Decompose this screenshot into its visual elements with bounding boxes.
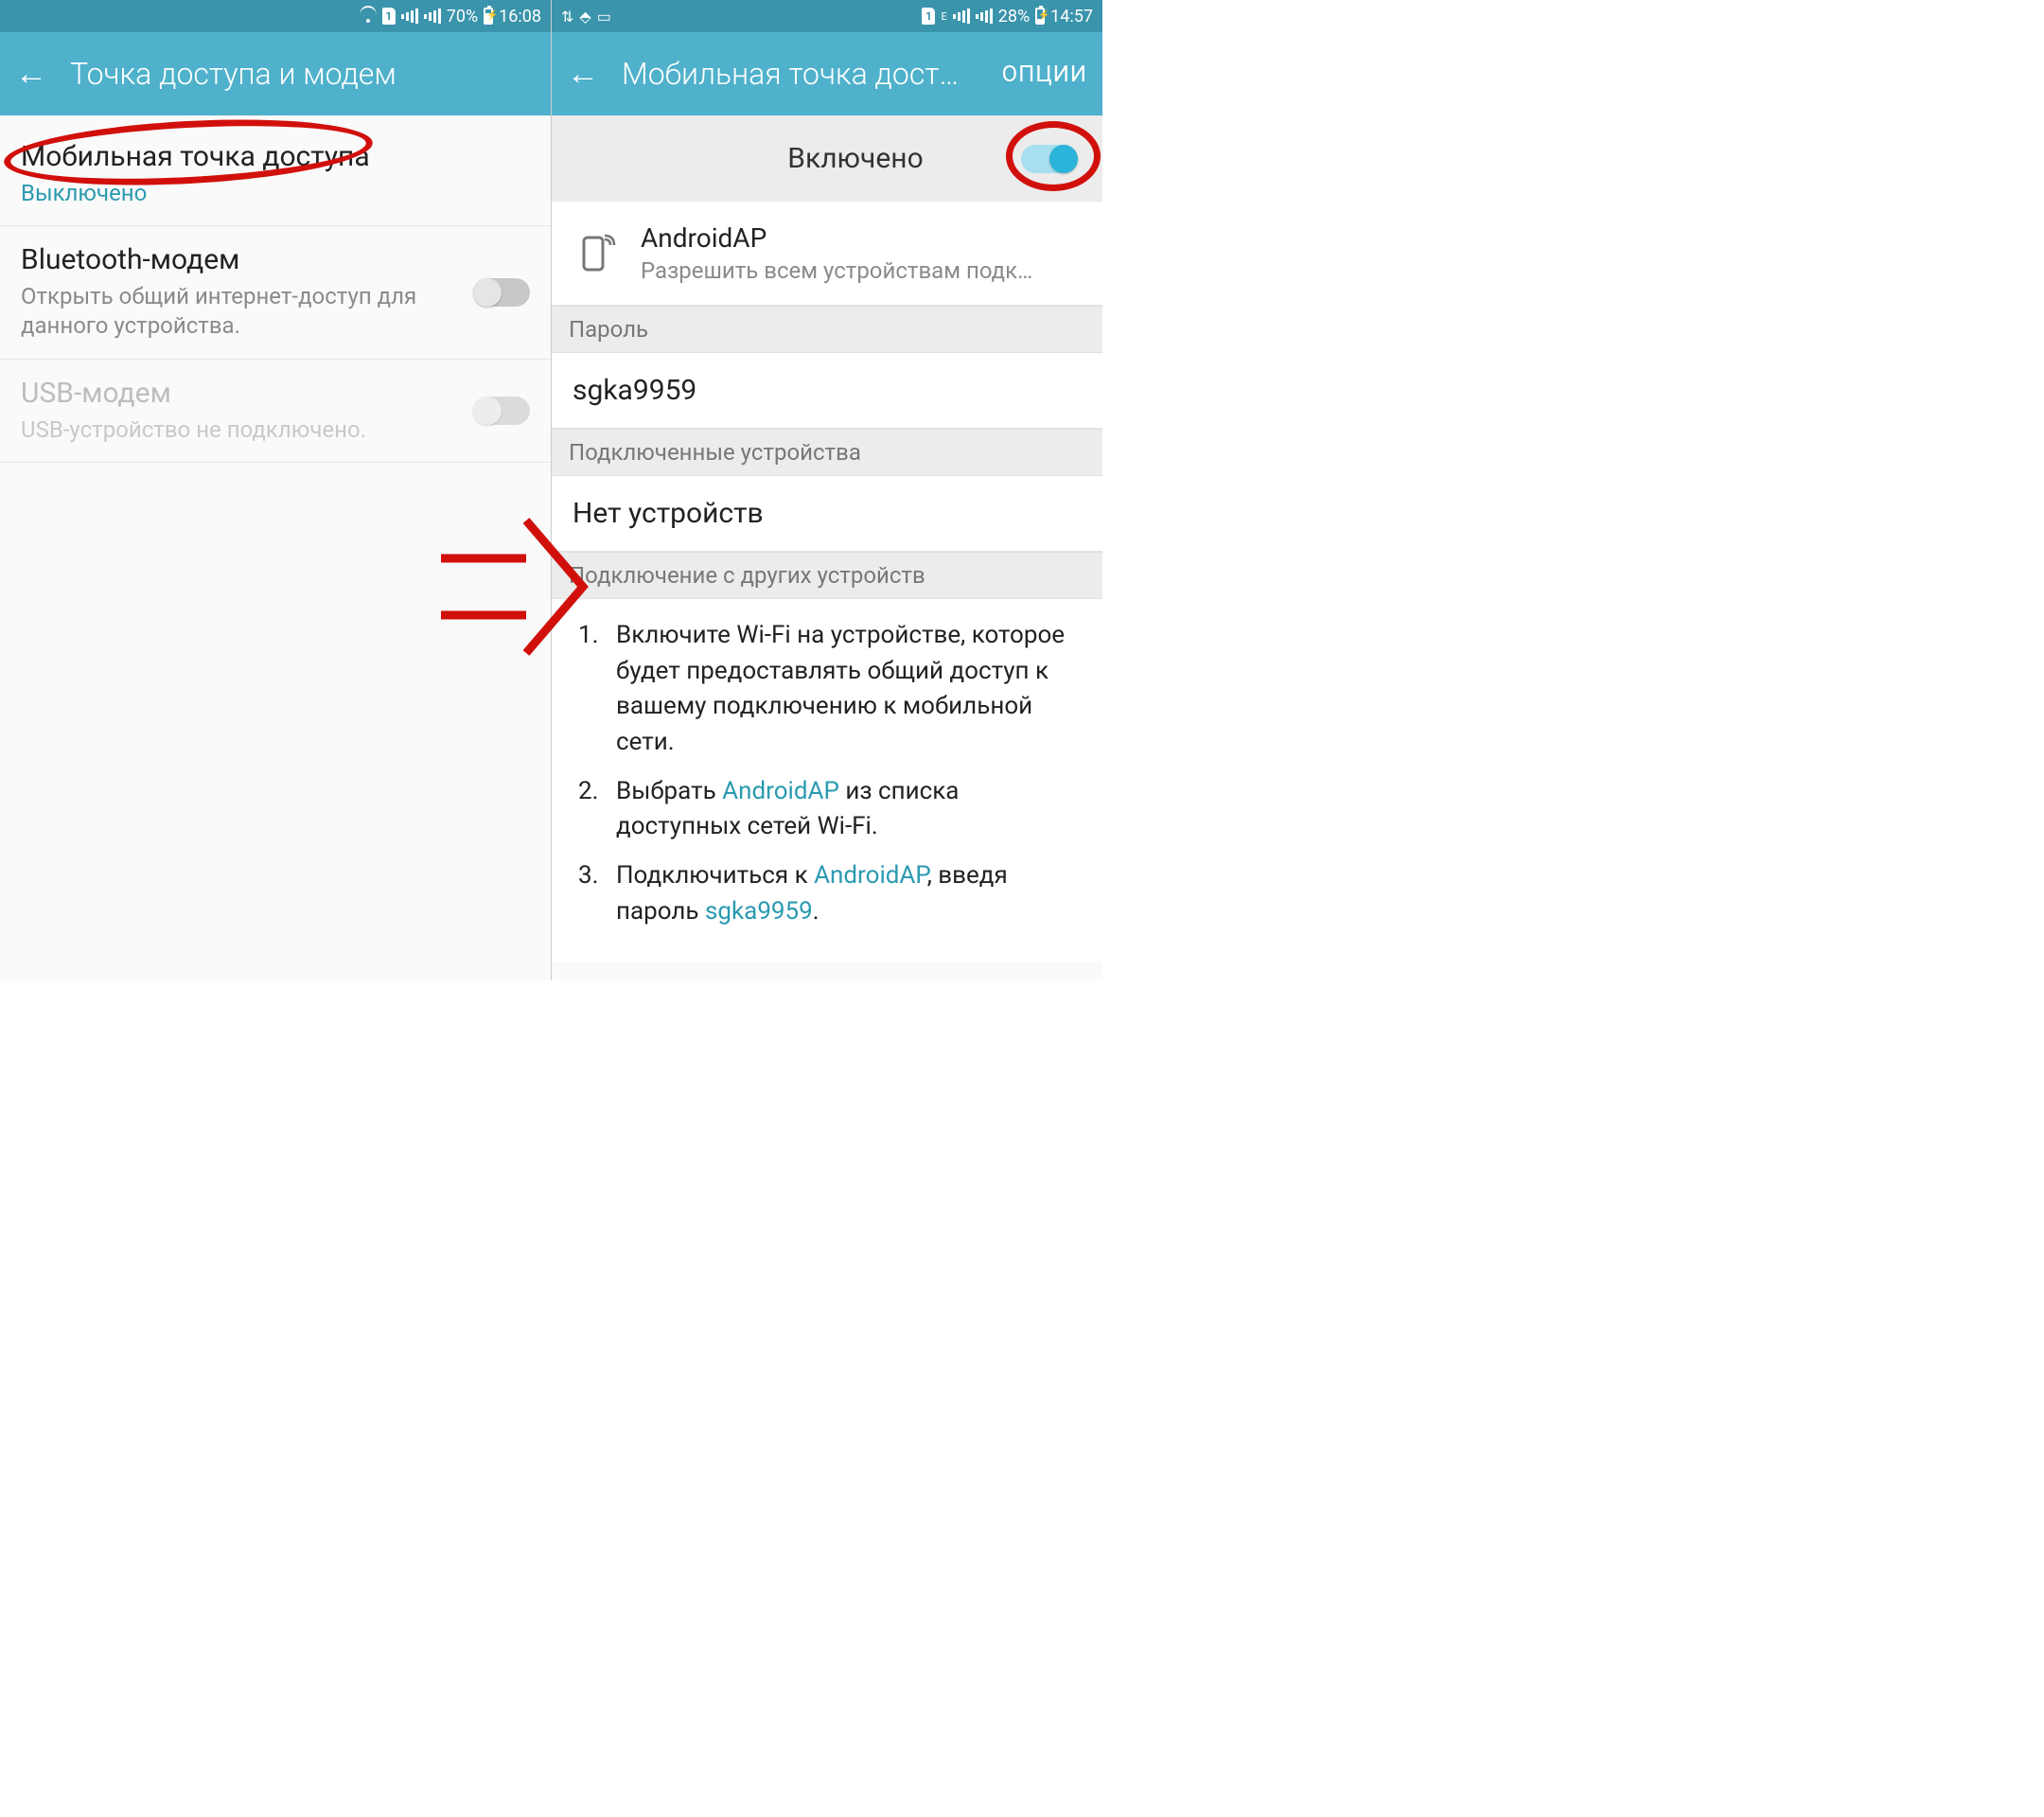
usb-toggle xyxy=(473,397,530,425)
usb-row: USB-модем USB-устройство не подключено. xyxy=(0,359,551,462)
phone-right: ⇅ ⬘ ▭ 1 E 28% ⚡ 14:57 ← Мобильная точка … xyxy=(552,0,1102,980)
instructions: Включите Wi-Fi на устройстве, которое бу… xyxy=(552,599,1102,962)
ap-name: AndroidAP xyxy=(641,222,1038,254)
section-password: Пароль xyxy=(552,306,1102,353)
page-title: Точка доступа и модем xyxy=(70,56,536,92)
hotspot-status: Выключено xyxy=(21,179,530,208)
signal-icon-2 xyxy=(424,9,441,24)
enabled-toggle[interactable] xyxy=(1021,145,1078,173)
phone-left: 1 70% ⚡ 16:08 ← Точка доступа и модем Мо… xyxy=(0,0,552,980)
connected-empty: Нет устройств xyxy=(552,476,1102,552)
back-button[interactable]: ← xyxy=(567,55,599,93)
battery-percent: 70% xyxy=(447,7,478,26)
bluetooth-row[interactable]: Bluetooth-модем Открыть общий интернет-д… xyxy=(0,225,551,358)
back-button[interactable]: ← xyxy=(15,55,47,93)
signal-icon-2 xyxy=(976,9,993,24)
usb-title: USB-модем xyxy=(21,377,454,410)
instruction-1: Включите Wi-Fi на устройстве, которое бу… xyxy=(578,618,1076,761)
section-howto: Подключение с других устройств xyxy=(552,552,1102,599)
status-bar: 1 70% ⚡ 16:08 xyxy=(0,0,551,32)
clock: 16:08 xyxy=(499,7,541,26)
ap-sub: Разрешить всем устройствам подключ… xyxy=(641,257,1038,284)
battery-icon: ⚡ xyxy=(484,8,493,25)
clock: 14:57 xyxy=(1050,7,1093,26)
sim-icon: 1 xyxy=(922,8,935,25)
status-bar: ⇅ ⬘ ▭ 1 E 28% ⚡ 14:57 xyxy=(552,0,1102,32)
instr-ap-link-1: AndroidAP xyxy=(722,777,839,805)
hotspot-detail: Включено AndroidAP Разрешить в xyxy=(552,115,1102,980)
bluetooth-toggle[interactable] xyxy=(473,278,530,307)
hotspot-title: Мобильная точка доступа xyxy=(21,140,530,173)
network-type: E xyxy=(941,10,946,23)
enabled-row[interactable]: Включено xyxy=(552,115,1102,202)
password-value[interactable]: sgka9959 xyxy=(552,353,1102,429)
hotspot-status-icon: ⇅ xyxy=(561,8,573,26)
app-bar: ← Точка доступа и модем xyxy=(0,32,551,115)
page-title: Мобильная точка дост… xyxy=(622,56,979,92)
screenshot-icon: ▭ xyxy=(597,8,611,26)
dropbox-icon: ⬘ xyxy=(579,8,590,26)
signal-icon xyxy=(953,9,970,24)
usb-sub: USB-устройство не подключено. xyxy=(21,415,454,445)
battery-icon: ⚡ xyxy=(1035,8,1045,25)
instruction-3: Подключиться к AndroidAP, введя пароль s… xyxy=(578,858,1076,929)
sim-icon: 1 xyxy=(382,8,396,25)
enabled-label: Включено xyxy=(552,142,1102,175)
instruction-2: Выбрать AndroidAP из списка доступных се… xyxy=(578,774,1076,845)
hotspot-device-icon xyxy=(573,230,620,277)
app-bar: ← Мобильная точка дост… ОПЦИИ xyxy=(552,32,1102,115)
instr-pass-link: sgka9959 xyxy=(705,897,813,926)
annotation-arrow xyxy=(432,511,592,672)
battery-percent: 28% xyxy=(998,7,1030,26)
options-button[interactable]: ОПЦИИ xyxy=(1002,61,1087,87)
instr-ap-link-2: AndroidAP xyxy=(814,861,927,890)
section-connected: Подключенные устройства xyxy=(552,429,1102,476)
wifi-icon xyxy=(360,9,377,23)
bluetooth-title: Bluetooth-модем xyxy=(21,243,454,276)
hotspot-row[interactable]: Мобильная точка доступа Выключено xyxy=(0,115,551,225)
ap-row[interactable]: AndroidAP Разрешить всем устройствам под… xyxy=(552,202,1102,306)
signal-icon xyxy=(401,9,418,24)
bluetooth-sub: Открыть общий интернет-доступ для данног… xyxy=(21,282,454,341)
